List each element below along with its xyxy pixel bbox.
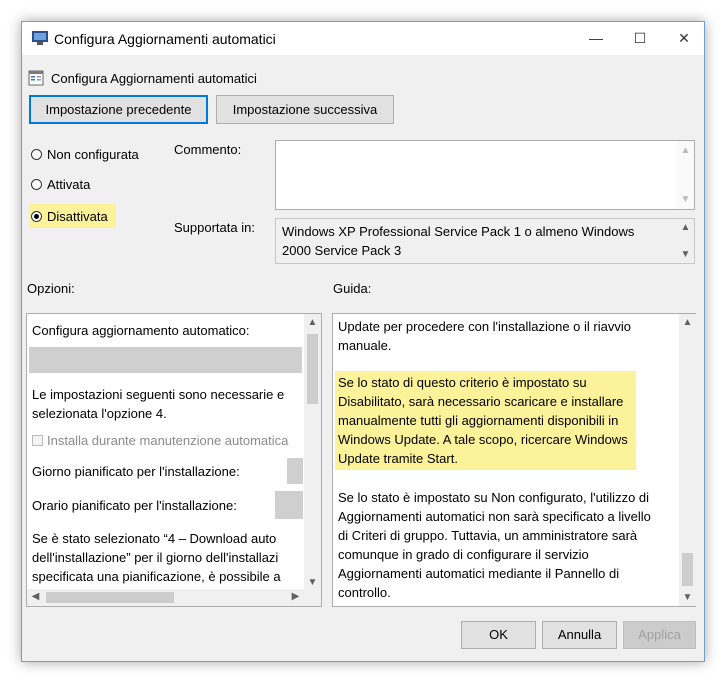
supported-line: Windows XP Professional Service Pack 1 o… xyxy=(282,224,635,239)
comment-label: Commento: xyxy=(174,142,242,157)
policy-setting-icon xyxy=(28,70,44,86)
options-label: Opzioni: xyxy=(27,281,75,296)
scroll-down-icon[interactable]: ▼ xyxy=(304,577,321,588)
policy-app-icon xyxy=(32,31,48,45)
options-note-line: selezionata l'opzione 4. xyxy=(32,406,167,421)
options-long-line: dell'installazione” per il giorno dell'i… xyxy=(32,550,279,565)
help-line: Windows Update. A tale scopo, ricercare … xyxy=(338,432,628,447)
next-setting-button[interactable]: Impostazione successiva xyxy=(216,95,394,124)
minimize-button[interactable]: — xyxy=(574,22,618,55)
checkbox-box-icon xyxy=(32,435,43,446)
help-line: Disabilitato, sarà necessario scaricare … xyxy=(338,394,624,409)
help-line: Se lo stato di questo criterio è imposta… xyxy=(338,375,587,390)
scroll-corner xyxy=(304,589,321,606)
help-line: manuale. xyxy=(338,338,392,353)
scroll-up-icon[interactable]: ▲ xyxy=(679,317,696,328)
scroll-down-icon[interactable]: ▼ xyxy=(679,592,696,603)
options-long-line: Se è stato selezionato “4 – Download aut… xyxy=(32,531,277,546)
help-highlighted-paragraph: Se lo stato di questo criterio è imposta… xyxy=(335,371,636,470)
comment-scrollbar[interactable]: ▲ ▼ xyxy=(677,141,694,209)
supported-label: Supportata in: xyxy=(174,220,255,235)
time-label: Orario pianificato per l'installazione: xyxy=(32,498,237,513)
policy-name: Configura Aggiornamenti automatici xyxy=(51,71,257,86)
help-panel[interactable]: Update per procedere con l'installazione… xyxy=(332,313,696,607)
radio-circle-icon xyxy=(31,148,42,160)
help-line: manualmente tutti gli aggiornamenti disp… xyxy=(338,413,619,428)
help-vscroll-thumb[interactable] xyxy=(682,553,693,586)
help-line: di Criteri di gruppo. Tuttavia, un ammin… xyxy=(338,528,638,543)
help-label: Guida: xyxy=(333,281,372,296)
radio-enabled[interactable]: Attivata xyxy=(31,174,90,194)
ok-button[interactable]: OK xyxy=(461,621,536,649)
radio-label: Non configurata xyxy=(47,146,139,162)
scroll-down-icon[interactable]: ▼ xyxy=(677,249,694,260)
options-long-line: specificata una pianificazione, è possib… xyxy=(32,569,281,584)
supported-on-box: Windows XP Professional Service Pack 1 o… xyxy=(275,218,695,264)
help-vscrollbar[interactable]: ▲ ▼ xyxy=(679,314,696,606)
previous-setting-button[interactable]: Impostazione precedente xyxy=(29,95,208,124)
options-hscroll-thumb[interactable] xyxy=(46,592,174,603)
scroll-right-icon[interactable]: ▶ xyxy=(287,591,304,602)
scroll-down-icon[interactable]: ▼ xyxy=(677,194,694,205)
options-hscrollbar[interactable]: ◀ ▶ xyxy=(27,589,304,606)
scroll-left-icon[interactable]: ◀ xyxy=(27,591,44,602)
options-vscroll-thumb[interactable] xyxy=(307,334,318,404)
dialog-window: Configura Aggiornamenti automatici — ☐ ✕… xyxy=(21,21,705,662)
help-line: Se lo stato è impostato su Non configura… xyxy=(338,490,650,505)
time-dropdown[interactable] xyxy=(275,491,303,519)
help-line: Update per procedere con l'installazione… xyxy=(338,319,631,334)
close-button[interactable]: ✕ xyxy=(662,22,706,55)
help-line: Update tramite Start. xyxy=(338,451,458,466)
maximize-button[interactable]: ☐ xyxy=(618,22,662,55)
comment-textarea[interactable]: ▲ ▼ xyxy=(275,140,695,210)
radio-label: Attivata xyxy=(47,176,91,192)
options-panel[interactable]: Configura aggiornamento automatico: Le i… xyxy=(26,313,322,607)
maintenance-checkbox[interactable]: Installa durante manutenzione automatica xyxy=(32,433,288,448)
day-label: Giorno pianificato per l'installazione: xyxy=(32,464,240,479)
cancel-button[interactable]: Annulla xyxy=(542,621,617,649)
radio-disabled[interactable]: Disattivata xyxy=(29,204,116,228)
supported-scrollbar[interactable]: ▲ ▼ xyxy=(677,219,694,263)
help-line: comunque in grado di configurare il serv… xyxy=(338,547,589,562)
radio-not-configured[interactable]: Non configurata xyxy=(31,144,139,164)
scroll-up-icon[interactable]: ▲ xyxy=(677,222,694,233)
radio-selected-icon xyxy=(31,210,42,222)
supported-line: 2000 Service Pack 3 xyxy=(282,243,402,258)
maintenance-checkbox-label: Installa durante manutenzione automatica xyxy=(47,433,289,448)
title-bar[interactable]: Configura Aggiornamenti automatici — ☐ ✕ xyxy=(22,22,704,55)
radio-label: Disattivata xyxy=(47,208,108,224)
scroll-up-icon[interactable]: ▲ xyxy=(677,145,694,156)
help-line: Aggiornamenti automatici mediante il Pan… xyxy=(338,566,620,581)
window-title: Configura Aggiornamenti automatici xyxy=(54,31,276,47)
day-dropdown[interactable] xyxy=(287,458,303,484)
help-line: Aggiornamenti automatici non sarà specif… xyxy=(338,509,651,524)
configure-update-label: Configura aggiornamento automatico: xyxy=(32,323,250,338)
options-note-line: Le impostazioni seguenti sono necessarie… xyxy=(32,387,285,402)
options-vscrollbar[interactable]: ▲ ▼ xyxy=(304,314,321,591)
radio-circle-icon xyxy=(31,178,42,190)
apply-button[interactable]: Applica xyxy=(623,621,696,649)
configure-update-dropdown[interactable] xyxy=(29,347,302,373)
help-line: controllo. xyxy=(338,585,391,600)
scroll-up-icon[interactable]: ▲ xyxy=(304,317,321,328)
